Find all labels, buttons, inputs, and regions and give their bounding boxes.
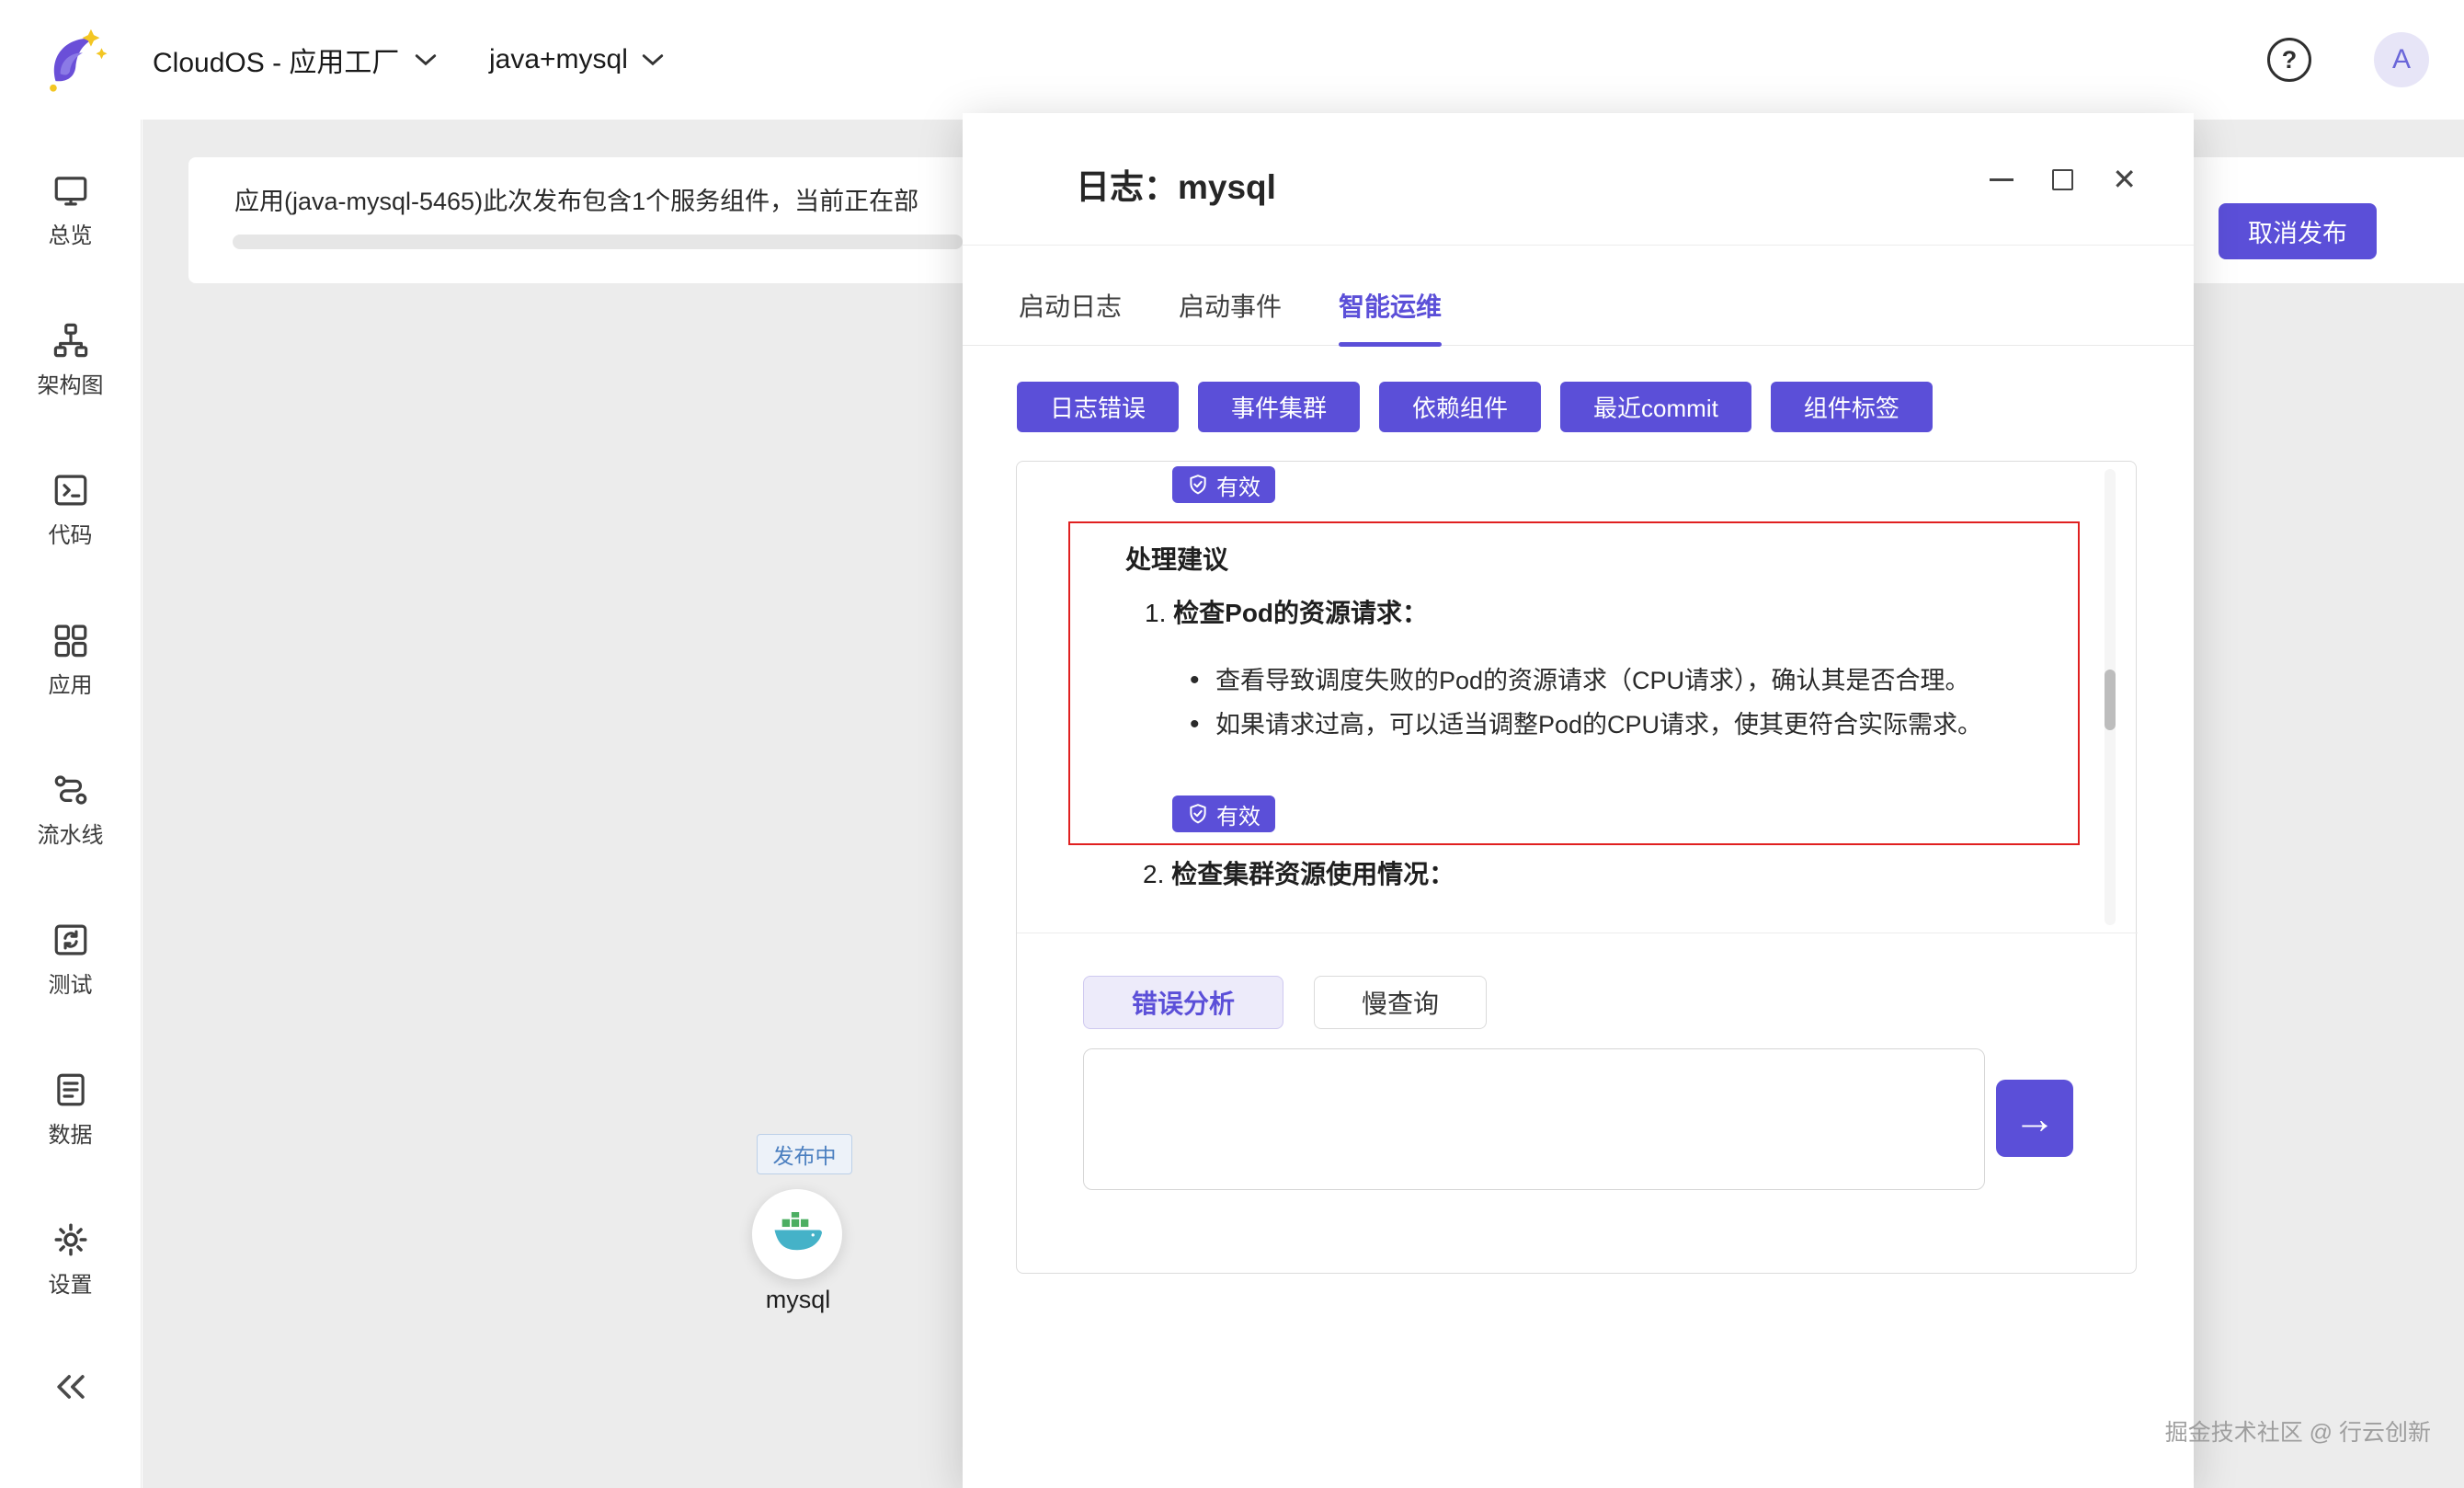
shield-check-icon [1187, 474, 1209, 496]
deploy-progress-bar [233, 235, 963, 249]
log-tabs: 启动日志 启动事件 智能运维 [963, 294, 2194, 346]
deploy-notification-text: 应用(java-mysql-5465)此次发布包含1个服务组件，当前正在部 [234, 181, 918, 217]
send-button[interactable]: → [1996, 1080, 2073, 1157]
log-modal: 日志：mysql ✕ 启动日志 启动事件 智能运维 日志错误 事件集群 依赖组件… [963, 113, 2194, 1488]
sidebar-item-overview[interactable]: 总览 [49, 171, 93, 249]
docker-whale-icon [770, 1212, 824, 1256]
node-name-label: mysql [706, 1286, 890, 1314]
modal-header: 日志：mysql ✕ [963, 113, 2194, 246]
valid-feedback-badge[interactable]: 有效 [1172, 796, 1275, 832]
app-switcher[interactable]: CloudOS - 应用工厂 [153, 0, 438, 120]
code-icon [51, 471, 90, 509]
highlighted-suggestion-box: 处理建议 1. 检查Pod的资源请求： 查看导致调度失败的Pod的资源请求（CP… [1068, 521, 2080, 845]
maximize-icon[interactable] [2052, 169, 2073, 190]
sidebar-collapse-button[interactable] [0, 1367, 142, 1407]
slow-query-tab[interactable]: 慢查询 [1314, 976, 1487, 1029]
log-scroll-area[interactable]: 有效 处理建议 1. 检查Pod的资源请求： 查看导致调度失败的Pod的资源请求… [1017, 462, 2138, 933]
gear-icon [51, 1220, 90, 1259]
cancel-publish-button[interactable]: 取消发布 [2219, 203, 2377, 259]
document-icon [51, 1070, 90, 1109]
sidebar-item-architecture[interactable]: 架构图 [38, 321, 104, 399]
chevron-down-icon [641, 52, 665, 67]
tab-intelligent-ops[interactable]: 智能运维 [1339, 294, 1442, 320]
sidebar-item-settings[interactable]: 设置 [49, 1220, 93, 1299]
event-cluster-button[interactable]: 事件集群 [1198, 382, 1360, 432]
help-icon[interactable]: ? [2267, 38, 2311, 82]
sidebar-item-label: 测试 [49, 967, 93, 999]
component-tags-button[interactable]: 组件标签 [1771, 382, 1933, 432]
error-analysis-tab[interactable]: 错误分析 [1083, 976, 1283, 1029]
sidebar-item-code[interactable]: 代码 [49, 471, 93, 549]
node-status-badge: 发布中 [757, 1134, 852, 1174]
recent-commit-button[interactable]: 最近commit [1560, 382, 1751, 432]
workspace-name: java+mysql [489, 44, 628, 75]
double-chevron-left-icon [51, 1367, 91, 1407]
advice-bullet-1: 查看导致调度失败的Pod的资源请求（CPU请求），确认其是否合理。 [1215, 659, 2080, 702]
sidebar-item-label: 应用 [49, 667, 93, 699]
workspace-switcher[interactable]: java+mysql [489, 0, 665, 120]
advice-title: 处理建议 [1125, 540, 1228, 577]
sidebar-item-test[interactable]: 测试 [49, 921, 93, 999]
scrollbar-track[interactable] [2105, 469, 2116, 925]
dependency-components-button[interactable]: 依赖组件 [1379, 382, 1541, 432]
sidebar-item-label: 代码 [49, 517, 93, 549]
advice-step-2: 2. 检查集群资源使用情况： [1143, 854, 1454, 891]
top-header: CloudOS - 应用工厂 java+mysql ? A [0, 0, 2464, 120]
monitor-icon [51, 171, 90, 210]
test-refresh-icon [51, 921, 90, 959]
close-icon[interactable]: ✕ [2112, 165, 2137, 194]
sidebar-item-apps[interactable]: 应用 [49, 621, 93, 699]
chevron-down-icon [414, 52, 438, 67]
analysis-panel: 有效 处理建议 1. 检查Pod的资源请求： 查看导致调度失败的Pod的资源请求… [1016, 461, 2137, 1274]
ops-action-row: 日志错误 事件集群 依赖组件 最近commit 组件标签 [963, 382, 2194, 432]
sidebar-item-pipeline[interactable]: 流水线 [38, 771, 104, 849]
watermark-text: 掘金技术社区 @ 行云创新 [2165, 1414, 2431, 1448]
analysis-query-input[interactable] [1083, 1048, 1985, 1190]
sidebar: 总览 架构图 代码 应用 流水线 测试 数据 设置 [0, 120, 142, 1488]
tab-startup-events[interactable]: 启动事件 [1179, 294, 1282, 320]
valid-feedback-badge[interactable]: 有效 [1172, 466, 1275, 503]
mysql-service-node[interactable] [752, 1189, 842, 1279]
app-title: CloudOS - 应用工厂 [153, 40, 399, 80]
arrow-right-icon: → [2013, 1093, 2056, 1143]
sidebar-item-label: 设置 [49, 1266, 93, 1299]
advice-bullet-2: 如果请求过高，可以适当调整Pod的CPU请求，使其更符合实际需求。 [1215, 704, 2043, 746]
shield-check-icon [1187, 803, 1209, 825]
sidebar-item-label: 流水线 [38, 817, 104, 849]
modal-title: 日志：mysql [1076, 159, 1276, 209]
minimize-icon[interactable] [1990, 178, 2013, 181]
org-chart-icon [51, 321, 90, 360]
window-controls: ✕ [1990, 113, 2137, 246]
sidebar-item-label: 总览 [49, 217, 93, 249]
sidebar-item-data[interactable]: 数据 [49, 1070, 93, 1149]
scrollbar-thumb[interactable] [2105, 670, 2116, 730]
sidebar-item-label: 数据 [49, 1116, 93, 1149]
advice-step-1: 1. 检查Pod的资源请求： [1145, 593, 1428, 630]
log-errors-button[interactable]: 日志错误 [1017, 382, 1179, 432]
pipeline-icon [51, 771, 90, 809]
sidebar-item-label: 架构图 [38, 367, 104, 399]
grid-icon [51, 621, 90, 659]
brand-logo-icon [37, 22, 112, 97]
avatar[interactable]: A [2374, 32, 2429, 87]
tab-startup-log[interactable]: 启动日志 [1019, 294, 1122, 320]
